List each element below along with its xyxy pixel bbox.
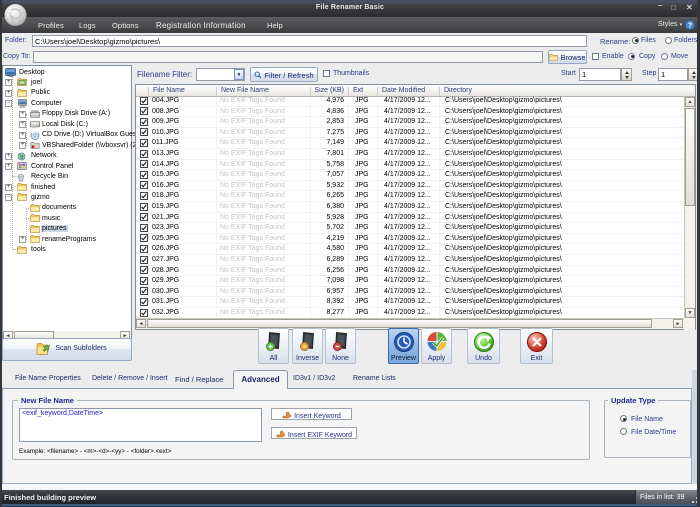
svg-text:?: ?	[688, 22, 692, 29]
